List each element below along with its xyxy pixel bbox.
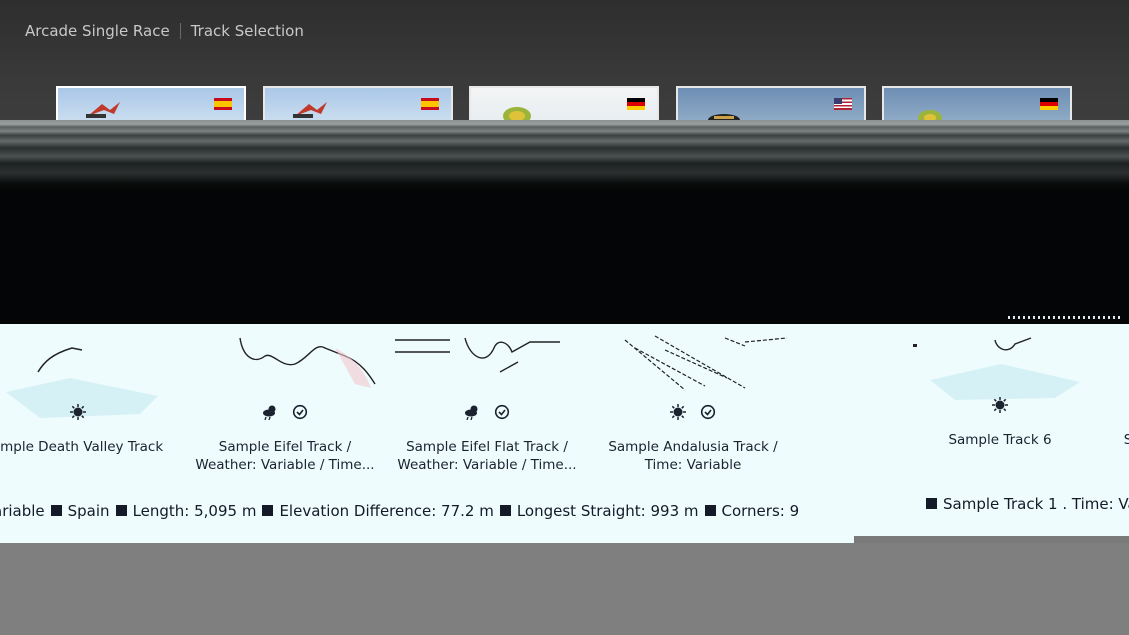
track-logo-icon xyxy=(918,110,942,120)
time-variable-icon xyxy=(700,404,716,420)
track-logo-icon xyxy=(503,107,531,120)
track-name: Sample Eifel Flat Track / xyxy=(406,439,568,455)
weather-variable-icon xyxy=(263,405,276,420)
track-name: Sample Andalusia Track / xyxy=(608,439,778,455)
panel-divider xyxy=(854,536,1129,543)
track-logo-icon xyxy=(86,102,120,118)
track-entry-eifel[interactable]: Sample Eifel Track / Weather: Variable /… xyxy=(190,402,380,474)
breadcrumb-arcade-single-race[interactable]: Arcade Single Race xyxy=(25,22,170,40)
bullet-icon xyxy=(499,505,511,516)
track-card-1[interactable] xyxy=(56,86,246,120)
info-weather: ariable xyxy=(0,502,45,520)
bullet-icon xyxy=(262,505,274,516)
info-corners: Corners: 9 xyxy=(721,502,800,520)
track-name: ample Death Valley Track xyxy=(0,439,164,455)
track-card-5[interactable] xyxy=(882,86,1072,120)
info-longest-straight: Longest Straight: 993 m xyxy=(516,502,699,520)
breadcrumb-track-selection: Track Selection xyxy=(190,22,304,40)
track-card-3[interactable] xyxy=(469,86,659,120)
selected-track-info: ariable Spain Length: 5,095 m Elevation Dif… xyxy=(0,502,799,520)
track-name: Sample Eifel Track / xyxy=(218,439,352,455)
info-country: Spain xyxy=(67,502,110,520)
time-variable-icon xyxy=(494,404,510,420)
track-map-eifel xyxy=(239,337,376,388)
preview-area xyxy=(0,190,1129,324)
bullet-icon xyxy=(926,498,937,509)
weather-variable-icon xyxy=(465,405,478,420)
info-elevation: Elevation Difference: 77.2 m xyxy=(279,502,494,520)
info-length: Length: 5,095 m xyxy=(132,502,257,520)
flag-germany-icon xyxy=(627,98,645,110)
time-variable-icon xyxy=(292,404,308,420)
scroll-indicator xyxy=(1008,316,1123,319)
track-card-4[interactable] xyxy=(676,86,866,120)
track-entry-eifel-flat[interactable]: Sample Eifel Flat Track / Weather: Varia… xyxy=(392,402,582,474)
track-logo-icon xyxy=(293,102,327,118)
track6-info: Sample Track 1 . Time: Va xyxy=(926,495,1129,513)
breadcrumb: Arcade Single Race Track Selection xyxy=(25,20,304,42)
sun-icon xyxy=(670,404,686,420)
flag-spain-icon xyxy=(421,98,439,110)
flag-usa-icon xyxy=(834,98,852,110)
sun-icon xyxy=(992,397,1008,413)
breadcrumb-separator xyxy=(179,23,181,39)
track-name: Sample Track 6 xyxy=(948,432,1052,448)
track-name: S xyxy=(1123,432,1129,448)
bullet-icon xyxy=(50,505,62,516)
bullet-icon xyxy=(115,505,127,516)
info2-extra: Time: Va xyxy=(1071,495,1129,513)
track-subtitle: Weather: Variable / Time... xyxy=(195,457,375,473)
rendering-artifact-band xyxy=(0,120,1129,190)
track-map-andalusia xyxy=(624,335,788,391)
track-subtitle: Time: Variable xyxy=(644,457,742,473)
sun-icon xyxy=(69,404,86,420)
bullet-icon xyxy=(704,505,716,516)
track-subtitle: Weather: Variable / Time... xyxy=(397,457,577,473)
info2-track: Sample Track 1 xyxy=(943,495,1058,513)
track-card-2[interactable] xyxy=(263,86,453,120)
track-entry-partial[interactable]: S xyxy=(1118,431,1129,449)
track-entry-death-valley[interactable]: ample Death Valley Track xyxy=(0,402,165,456)
track-map-eifel-flat xyxy=(395,337,560,373)
flag-germany-icon xyxy=(1040,98,1058,110)
flag-spain-icon xyxy=(214,98,232,110)
track-entry-track6[interactable]: Sample Track 6 xyxy=(905,395,1095,449)
track-logo-icon xyxy=(708,114,740,120)
track-entry-andalusia[interactable]: Sample Andalusia Track / Time: Variable xyxy=(598,402,788,474)
footer-area xyxy=(0,543,1129,635)
